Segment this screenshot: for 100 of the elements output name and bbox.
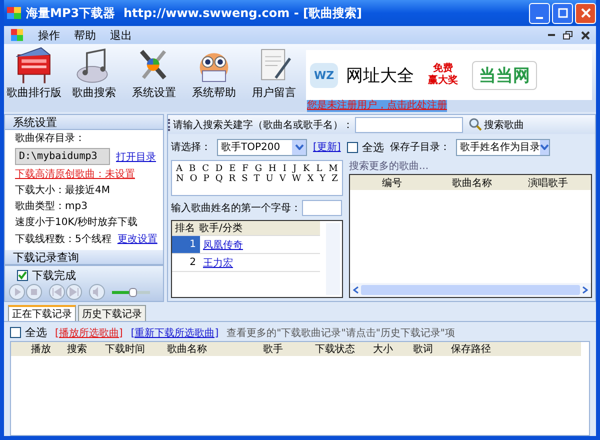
- filter-label: 请选择：: [171, 140, 211, 154]
- category-dropdown[interactable]: 歌手TOP200: [217, 138, 307, 156]
- menu-item[interactable]: 帮助: [74, 28, 96, 42]
- letter-link[interactable]: E: [229, 164, 236, 174]
- letter-link[interactable]: U: [266, 174, 274, 184]
- settings-text: 速度小于10K/秒时放弃下载: [15, 216, 139, 229]
- column-header: 排名: [174, 222, 196, 235]
- column-header: 下载时间: [105, 342, 146, 356]
- settings-label: 歌曲保存目录：: [15, 132, 86, 145]
- minimize-button[interactable]: [529, 2, 550, 24]
- table-row[interactable]: 1 凤凰传奇: [172, 236, 320, 254]
- table-row[interactable]: 2 王力宏: [172, 254, 320, 272]
- letter-link[interactable]: T: [254, 174, 260, 184]
- subfolder-dropdown[interactable]: 歌手姓名作为目录: [456, 138, 550, 156]
- next-button[interactable]: [66, 284, 82, 300]
- letter-link[interactable]: Y: [320, 174, 326, 184]
- letter-link[interactable]: L: [316, 164, 322, 174]
- settings-text: 歌曲类型：mp3: [15, 200, 88, 213]
- arrow-right-icon: [582, 286, 588, 294]
- letter-link[interactable]: M: [328, 164, 338, 174]
- first-letter-label: 输入歌曲姓名的第一个字母：: [171, 202, 301, 215]
- column-header: 歌手: [263, 342, 284, 356]
- letter-link[interactable]: K: [302, 164, 310, 174]
- letter-link[interactable]: X: [307, 174, 314, 184]
- checkbox-label: 全选: [362, 140, 384, 154]
- maximize-icon: [558, 8, 568, 18]
- letter-link[interactable]: D: [215, 164, 223, 174]
- column-header: 歌手/分类: [199, 222, 244, 235]
- menu-item[interactable]: 退出: [110, 28, 132, 42]
- arrow-left-icon: [353, 286, 359, 294]
- letter-link[interactable]: S: [242, 174, 248, 184]
- horizontal-scrollbar[interactable]: [350, 283, 591, 297]
- restore-icon: [563, 30, 573, 40]
- hd-songs-link[interactable]: 下载高清原创歌曲：未设置: [15, 168, 163, 181]
- letter-link[interactable]: H: [268, 164, 276, 174]
- menu-item[interactable]: 操作: [38, 28, 60, 42]
- chevron-down-icon: [540, 144, 549, 150]
- close-icon: [580, 8, 590, 18]
- checkmark-icon: [18, 271, 27, 280]
- app-icon: [10, 28, 24, 42]
- slider-thumb[interactable]: [128, 288, 137, 296]
- letter-link[interactable]: P: [203, 174, 210, 184]
- singer-link[interactable]: 王力宏: [200, 256, 233, 270]
- column-header: 演唱歌手: [528, 176, 569, 190]
- letter-link[interactable]: Z: [332, 174, 338, 184]
- checkbox[interactable]: [17, 270, 28, 281]
- directory-field[interactable]: D:\mybaidump3: [15, 148, 110, 165]
- column-header: 歌曲名称: [167, 342, 208, 356]
- letter-field[interactable]: [302, 200, 342, 216]
- letter-link[interactable]: C: [202, 164, 209, 174]
- hint-text: 查看更多的"下载歌曲记录"请点击"历史下载记录"项: [226, 326, 456, 340]
- toolbar-button[interactable]: 歌曲搜索: [64, 44, 124, 100]
- column-header: 歌词: [413, 343, 434, 356]
- letter-link[interactable]: I: [282, 164, 286, 174]
- letter-link[interactable]: G: [254, 164, 262, 174]
- toolbar-button[interactable]: 歌曲排行版: [4, 44, 64, 100]
- column-header: 大小: [373, 342, 394, 356]
- letter-link[interactable]: W: [292, 174, 302, 184]
- search-button[interactable]: 搜索歌曲: [465, 118, 528, 132]
- scroll-thumb[interactable]: [361, 285, 580, 295]
- letter-link[interactable]: V: [279, 174, 286, 184]
- promo-text: 免费: [433, 63, 454, 74]
- column-header: 编号: [381, 176, 403, 190]
- tab[interactable]: 正在下载记录: [8, 305, 76, 321]
- banner-logo: WZ: [310, 62, 338, 88]
- redownload-link[interactable]: [重新下载所选歌曲]: [130, 326, 219, 340]
- toolbar-button[interactable]: 系统帮助: [184, 44, 244, 100]
- stop-icon: [28, 286, 40, 298]
- previous-button[interactable]: [49, 284, 65, 300]
- toolbar-button[interactable]: 用户留言: [244, 44, 304, 100]
- app-icon: [6, 5, 22, 21]
- letter-link[interactable]: F: [242, 164, 248, 174]
- singer-link[interactable]: 凤凰传奇: [200, 238, 243, 252]
- maximize-button[interactable]: [552, 2, 573, 24]
- next-icon: [68, 286, 80, 298]
- letter-link[interactable]: B: [188, 164, 196, 174]
- close-icon: [581, 30, 590, 40]
- speaker-button[interactable]: [89, 284, 105, 300]
- checkbox-label: 下载完成: [32, 268, 76, 283]
- letter-link[interactable]: O: [190, 174, 198, 184]
- letter-link[interactable]: R: [228, 174, 236, 184]
- minimize-icon: [548, 34, 555, 36]
- toolbar-button[interactable]: 系统设置: [124, 44, 184, 100]
- close-button[interactable]: [575, 2, 596, 24]
- checkbox[interactable]: [10, 327, 21, 338]
- minimize-icon: [536, 16, 543, 18]
- panel-header: 下载记录查询: [5, 250, 163, 265]
- play-selected-link[interactable]: [播放所选歌曲]: [55, 326, 123, 340]
- letter-link[interactable]: J: [292, 164, 297, 174]
- letter-link[interactable]: N: [176, 174, 184, 184]
- change-settings-link[interactable]: 更改设置: [117, 232, 158, 246]
- checkbox[interactable]: [346, 142, 358, 152]
- letter-link[interactable]: Q: [215, 174, 223, 184]
- open-folder-link[interactable]: 打开目录: [116, 150, 156, 164]
- tab[interactable]: 历史下载记录: [78, 305, 146, 321]
- refresh-link[interactable]: [更新]: [313, 140, 341, 154]
- chevron-down-icon: [294, 144, 304, 150]
- previous-icon: [51, 286, 63, 298]
- letter-link[interactable]: A: [176, 164, 182, 174]
- search-field[interactable]: [355, 116, 463, 132]
